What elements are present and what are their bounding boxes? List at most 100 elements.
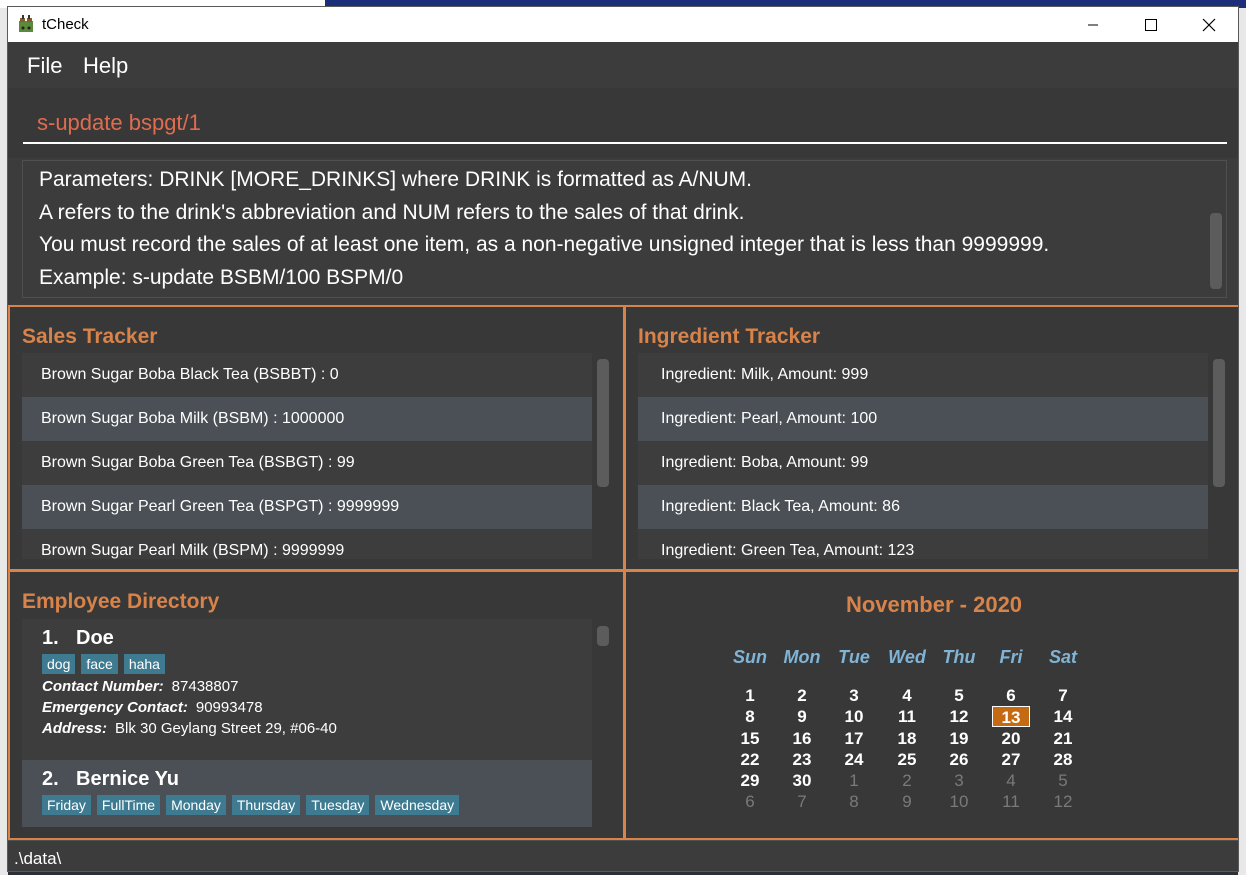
close-button[interactable] <box>1180 7 1238 42</box>
calendar-day[interactable]: 20 <box>985 728 1037 749</box>
calendar-day[interactable]: 10 <box>933 791 985 812</box>
calendar-day[interactable]: 15 <box>724 728 776 749</box>
calendar-day[interactable]: 26 <box>933 749 985 770</box>
calendar-day[interactable]: 12 <box>933 706 985 727</box>
command-box <box>8 88 1238 158</box>
result-line: Example: s-update BSBM/100 BSPM/0 <box>39 266 404 289</box>
calendar-title: November - 2020 <box>845 592 1023 617</box>
calendar-day[interactable]: 22 <box>724 749 776 770</box>
employee-tag: Wednesday <box>375 795 460 815</box>
calendar-day[interactable]: 27 <box>985 749 1037 770</box>
calendar-day[interactable]: 23 <box>776 749 828 770</box>
weekday-label: Thu <box>942 647 976 667</box>
calendar-day[interactable]: 2 <box>881 770 933 791</box>
weekday-label: Sat <box>1048 647 1077 667</box>
calendar-day[interactable]: 25 <box>881 749 933 770</box>
calendar-day[interactable]: 3 <box>828 685 880 706</box>
app-window: tCheck File Help Parameters: DRINK [MORE… <box>7 6 1239 872</box>
result-line: Parameters: DRINK [MORE_DRINKS] where DR… <box>39 168 753 191</box>
employee-tag: Friday <box>42 795 91 815</box>
minimize-icon <box>1088 24 1098 25</box>
ingredient-item[interactable]: Ingredient: Milk, Amount: 999 <box>638 353 1208 397</box>
calendar-day[interactable]: 18 <box>881 728 933 749</box>
calendar-day[interactable]: 4 <box>881 685 933 706</box>
employee-tag: face <box>81 654 118 674</box>
calendar-day[interactable]: 28 <box>1037 749 1089 770</box>
menu-file[interactable]: File <box>27 53 62 79</box>
sales-list: Brown Sugar Boba Black Tea (BSBBT) : 0 B… <box>22 353 592 559</box>
result-scrollbar[interactable] <box>1210 213 1222 289</box>
calendar-panel: November - 2020 Sun Mon Tue Wed Thu Fri Sat 1 2 3… <box>624 570 1238 840</box>
window-title: tCheck <box>42 16 89 33</box>
calendar-day[interactable]: 7 <box>776 791 828 812</box>
calendar-day[interactable]: 24 <box>828 749 880 770</box>
sales-item[interactable]: Brown Sugar Pearl Milk (BSPM) : 9999999 <box>22 529 592 559</box>
calendar-day[interactable]: 1 <box>724 685 776 706</box>
menu-help[interactable]: Help <box>83 53 128 79</box>
command-input[interactable] <box>23 104 1227 144</box>
calendar-day[interactable]: 6 <box>724 791 776 812</box>
calendar-day[interactable]: 9 <box>776 706 828 727</box>
calendar-day[interactable]: 1 <box>828 770 880 791</box>
calendar-day[interactable]: 3 <box>933 770 985 791</box>
calendar-day[interactable]: 2 <box>776 685 828 706</box>
calendar-day[interactable]: 4 <box>985 770 1037 791</box>
employee-tag: haha <box>123 654 165 674</box>
calendar-day[interactable]: 6 <box>985 685 1037 706</box>
employee-emergency-contact: Emergency Contact: 90993478 <box>42 699 263 716</box>
result-line: You must record the sales of at least on… <box>39 233 1050 256</box>
ingredient-scrollbar[interactable] <box>1213 359 1225 487</box>
ingredient-item[interactable]: Ingredient: Pearl, Amount: 100 <box>638 397 1208 441</box>
calendar-day[interactable]: 16 <box>776 728 828 749</box>
sales-item[interactable]: Brown Sugar Boba Green Tea (BSBGT) : 99 <box>22 441 592 485</box>
employee-tag: Tuesday <box>306 795 370 815</box>
calendar-day[interactable]: 11 <box>881 706 933 727</box>
employee-list: 1. Doe dog face haha Contact Number: 87438… <box>22 619 592 827</box>
ingredient-item[interactable]: Ingredient: Black Tea, Amount: 86 <box>638 485 1208 529</box>
weekday-label: Sun <box>733 647 767 667</box>
calendar-day[interactable]: 19 <box>933 728 985 749</box>
calendar-day[interactable]: 8 <box>724 706 776 727</box>
maximize-icon <box>1145 18 1157 31</box>
calendar-day[interactable]: 21 <box>1037 728 1089 749</box>
minimize-button[interactable] <box>1064 7 1122 42</box>
result-display[interactable]: Parameters: DRINK [MORE_DRINKS] where DR… <box>22 160 1227 298</box>
title-bar[interactable]: tCheck <box>8 7 1238 42</box>
employee-scrollbar[interactable] <box>597 626 609 646</box>
employee-tag: dog <box>42 654 76 674</box>
ingredient-item[interactable]: Ingredient: Green Tea, Amount: 123 <box>638 529 1208 559</box>
employee-tag: Thursday <box>231 795 301 815</box>
calendar-day[interactable]: 8 <box>828 791 880 812</box>
employee-address: Address: Blk 30 Geylang Street 29, #06-40 <box>42 720 337 737</box>
ingredient-item[interactable]: Ingredient: Boba, Amount: 99 <box>638 441 1208 485</box>
sales-item[interactable]: Brown Sugar Boba Milk (BSBM) : 1000000 <box>22 397 592 441</box>
sales-tracker-title: Sales Tracker <box>22 325 158 348</box>
ingredient-tracker-title: Ingredient Tracker <box>638 325 821 348</box>
sales-scrollbar[interactable] <box>597 359 609 487</box>
weekday-label: Wed <box>888 647 926 667</box>
calendar-day[interactable]: 10 <box>828 706 880 727</box>
calendar-day[interactable]: 5 <box>933 685 985 706</box>
employee-tags: dog face haha <box>42 654 572 674</box>
weekday-label: Tue <box>838 647 870 667</box>
calendar-day[interactable]: 9 <box>881 791 933 812</box>
sales-item[interactable]: Brown Sugar Pearl Green Tea (BSPGT) : 99… <box>22 485 592 529</box>
calendar-day[interactable]: 30 <box>776 770 828 791</box>
calendar-day[interactable]: 11 <box>985 791 1037 812</box>
employee-directory-title: Employee Directory <box>22 590 220 613</box>
data-path: .\data\ <box>14 849 62 868</box>
calendar-day[interactable]: 14 <box>1037 706 1089 727</box>
calendar-day[interactable]: 17 <box>828 728 880 749</box>
employee-card[interactable]: 2. Bernice Yu Friday FullTime Monday Thur… <box>22 760 592 827</box>
calendar-day[interactable]: 7 <box>1037 685 1089 706</box>
bubble-tea-app-icon <box>19 15 33 32</box>
calendar-day[interactable]: 29 <box>724 770 776 791</box>
sales-item[interactable]: Brown Sugar Boba Black Tea (BSBBT) : 0 <box>22 353 592 397</box>
employee-card[interactable]: 1. Doe dog face haha Contact Number: 87438… <box>22 619 592 760</box>
sales-tracker-panel: Sales Tracker Brown Sugar Boba Black Tea… <box>8 305 625 571</box>
calendar-day[interactable]: 12 <box>1037 791 1089 812</box>
maximize-button[interactable] <box>1122 7 1180 42</box>
calendar-day-today[interactable]: 13 <box>992 706 1030 727</box>
calendar-day[interactable]: 5 <box>1037 770 1089 791</box>
status-bar: .\data\ <box>8 840 1238 871</box>
